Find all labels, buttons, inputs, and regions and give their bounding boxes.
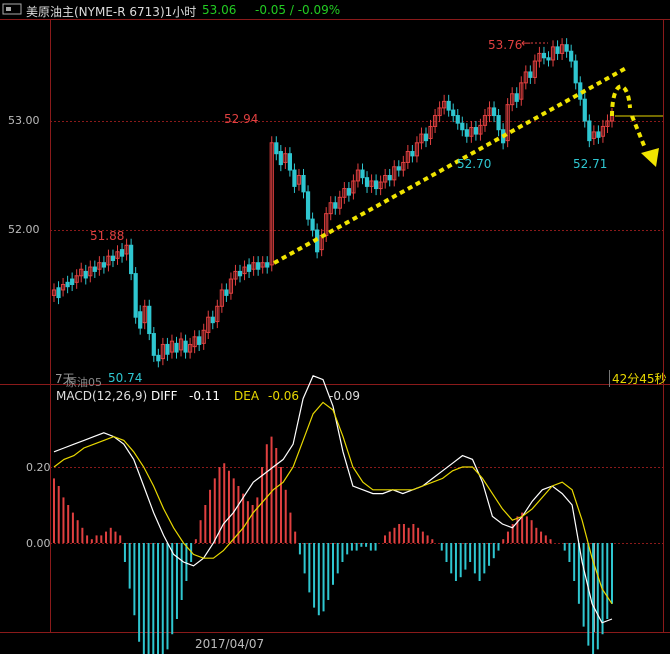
macd-title: MACD(12,26,9): [56, 389, 148, 403]
candle-body: [455, 115, 460, 124]
candle-body: [174, 342, 179, 353]
candle-body: [246, 264, 252, 272]
macd-panel[interactable]: [0, 375, 670, 654]
candle-body: [183, 340, 188, 353]
instrument-title: 美原油主(NYME-R 6713)1小时: [26, 5, 197, 19]
candle-body: [555, 46, 560, 54]
candle-body: [596, 131, 601, 138]
high-label-5376: 53.76: [488, 38, 523, 52]
candle-body: [364, 177, 370, 187]
macd-value: -0.09: [329, 389, 361, 403]
candle-body: [133, 273, 138, 318]
candle-body: [305, 191, 311, 220]
candle-body: [237, 270, 243, 277]
down-arrow-icon: [641, 148, 659, 167]
price-change: -0.05 / -0.09%: [255, 3, 341, 17]
candle-body: [491, 107, 497, 117]
low-label-5074: 50.74: [108, 371, 143, 385]
candle-body: [156, 354, 161, 362]
candle-body: [587, 120, 592, 142]
candle-body: [197, 336, 202, 345]
low-label-5270: 52.70: [457, 157, 492, 171]
candle-body: [278, 151, 283, 166]
candle-body: [265, 262, 270, 268]
candle-body: [119, 249, 125, 257]
y-tick-53: 53.00: [8, 114, 40, 127]
candle-body: [310, 218, 315, 231]
diff-value: -0.11: [189, 389, 221, 403]
candle-body: [573, 60, 578, 84]
forecast-path: [630, 115, 647, 149]
contract-label: 原油05: [66, 376, 102, 389]
candle-body: [373, 180, 379, 190]
dea-value: -0.06: [268, 389, 300, 403]
candle-body: [165, 343, 170, 355]
candle-body: [496, 115, 501, 131]
candle-body: [387, 175, 392, 181]
last-price: 53.06: [202, 3, 237, 17]
chart-frame: ←: [0, 3, 670, 654]
window-toggle-icon: [6, 7, 11, 11]
candle-body: [446, 100, 451, 111]
candle-body: [528, 71, 533, 78]
candle-body: [70, 278, 75, 285]
candle-body: [396, 166, 401, 171]
candle-body: [83, 270, 88, 279]
candle-body: [451, 109, 456, 117]
candle-body: [92, 266, 97, 272]
candle-body: [256, 262, 261, 270]
high-label-5294: 52.94: [224, 112, 259, 126]
candle-body: [460, 122, 465, 131]
candle-body: [360, 169, 365, 179]
candle-body: [582, 98, 587, 122]
candle-body: [65, 281, 70, 288]
high-label-5188: 51.88: [90, 229, 125, 243]
candle-body: [224, 289, 229, 296]
candle-body: [151, 333, 156, 356]
candle-body: [564, 44, 569, 52]
candle-body: [514, 93, 519, 102]
candle-body: [56, 287, 61, 299]
candle-body: [210, 316, 215, 324]
candle-body: [569, 50, 574, 62]
candle-body: [301, 175, 306, 193]
candle-body: [110, 255, 116, 262]
candle-body: [287, 153, 293, 171]
candle-body: [346, 188, 351, 196]
diff-line: [53, 375, 613, 624]
low-label-5271: 52.71: [573, 157, 608, 171]
y-tick-52: 52.00: [8, 223, 40, 236]
candle-body: [138, 311, 143, 329]
bar-countdown: 42分45秒: [609, 370, 667, 387]
candle-body: [129, 244, 134, 275]
forecast-arc: [610, 84, 632, 117]
candle-body: [541, 52, 547, 59]
candle-body: [464, 129, 469, 137]
candle-body: [101, 262, 107, 268]
candle-body: [147, 305, 152, 335]
candle-body: [292, 169, 297, 187]
candle-body: [333, 202, 338, 209]
candle-body: [274, 142, 279, 155]
x-date-label: 2017/04/07: [195, 637, 265, 651]
candle-body: [423, 133, 429, 142]
peak-arrow-icon: ←: [521, 36, 531, 50]
diff-label: DIFF: [151, 389, 178, 403]
candle-body: [546, 57, 551, 61]
header-toggle[interactable]: [2, 3, 22, 15]
macd-y-tick-020: 0.20: [26, 461, 51, 474]
macd-y-tick-000: 0.00: [26, 537, 51, 550]
candle-body: [410, 151, 415, 157]
candle-body: [473, 127, 479, 135]
dea-label: DEA: [234, 389, 260, 403]
